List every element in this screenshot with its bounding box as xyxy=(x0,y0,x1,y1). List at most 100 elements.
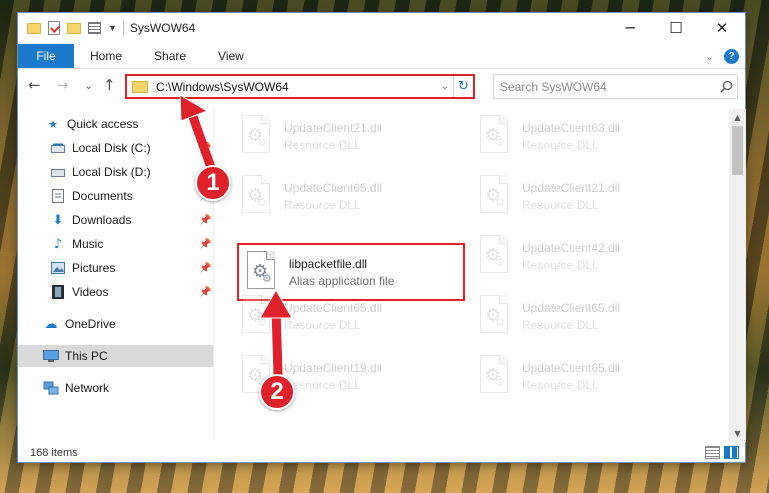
file-name: UpdateClient21.dll xyxy=(522,180,621,195)
file-type: Resource DLL xyxy=(284,317,361,332)
sidebar-item-documents[interactable]: Documents 📌 xyxy=(18,185,213,207)
pin-icon[interactable]: 📌 xyxy=(199,239,211,250)
vertical-scrollbar[interactable]: ▲ ▼ xyxy=(729,109,746,442)
star-icon: ★ xyxy=(48,117,58,131)
list-item[interactable]: ⚙ ⚙ UpdateClient21.dll Resource DLL xyxy=(234,107,460,165)
title-bar: ▼ SysWOW64 ─ ☐ ✕ xyxy=(18,13,745,43)
list-item[interactable]: ⚙ ⚙ UpdateClient65.dll Resource DLL xyxy=(472,347,698,405)
file-name: UpdateClient65.dll xyxy=(284,180,383,195)
download-icon: ⬇ xyxy=(52,212,64,228)
dll-file-icon: ⚙⚙ xyxy=(240,115,274,157)
file-type: Alias application file xyxy=(289,273,395,288)
dll-file-icon: ⚙⚙ xyxy=(478,175,512,217)
scroll-up-icon[interactable]: ▲ xyxy=(729,109,746,126)
tab-view[interactable]: View xyxy=(202,44,260,68)
sidebar-item-music[interactable]: ♪ Music 📌 xyxy=(18,233,213,255)
close-button[interactable]: ✕ xyxy=(699,13,745,43)
file-name: UpdateClient19.dll xyxy=(284,360,383,375)
forward-button[interactable]: → xyxy=(56,76,69,94)
scrollbar-thumb[interactable] xyxy=(732,126,743,175)
up-button[interactable]: ↑ xyxy=(103,76,116,94)
list-item[interactable]: ⚙ ⚙ UpdateClient65.dll Resource DLL xyxy=(234,167,460,225)
file-type: Resource DLL xyxy=(522,197,599,212)
search-input[interactable]: Search SysWOW64 xyxy=(500,80,715,94)
address-path[interactable]: C:\Windows\SysWOW64 xyxy=(156,80,437,94)
list-item[interactable]: ⚙ ⚙ UpdateClient63.dll Resource DLL xyxy=(472,107,698,165)
pin-icon[interactable]: 📌 xyxy=(199,287,211,298)
large-icons-view-icon[interactable] xyxy=(724,446,739,459)
scroll-down-icon[interactable]: ▼ xyxy=(729,425,746,442)
documents-icon xyxy=(50,189,66,203)
sidebar-item-quick-access[interactable]: ★ Quick access xyxy=(18,113,213,135)
view-icon[interactable] xyxy=(88,22,101,34)
refresh-button[interactable]: ↻ xyxy=(453,76,473,97)
sidebar-item-label: Videos xyxy=(72,285,109,299)
cloud-icon: ☁ xyxy=(44,316,58,332)
minimize-button[interactable]: ─ xyxy=(607,13,653,43)
sidebar-item-downloads[interactable]: ⬇ Downloads 📌 xyxy=(18,209,213,231)
item-count: 168 items xyxy=(30,447,78,459)
file-name: UpdateClient42.dll xyxy=(522,240,621,255)
tab-share[interactable]: Share xyxy=(138,44,202,68)
folder-icon xyxy=(27,22,41,34)
list-item[interactable]: ⚙ ⚙ UpdateClient65.dll Resource DLL xyxy=(472,287,698,345)
tab-home[interactable]: Home xyxy=(74,44,138,68)
pin-icon[interactable]: 📌 xyxy=(199,215,211,226)
maximize-button[interactable]: ☐ xyxy=(653,13,699,43)
properties-icon[interactable] xyxy=(48,21,60,35)
file-name: UpdateClient65.dll xyxy=(284,300,383,315)
address-dropdown-icon[interactable]: ⌄ xyxy=(437,82,453,92)
dll-file-icon: ⚙⚙ xyxy=(240,295,274,337)
details-view-icon[interactable] xyxy=(705,446,720,459)
dll-file-icon: ⚙⚙ xyxy=(240,175,274,217)
file-type: Resource DLL xyxy=(284,377,361,392)
title-separator xyxy=(122,20,124,36)
file-name: UpdateClient63.dll xyxy=(522,120,621,135)
navigation-pane: ★ Quick access Local Disk (C:) 📌 Local D… xyxy=(18,109,213,439)
search-box[interactable]: Search SysWOW64 xyxy=(493,74,738,99)
ribbon-tabs: File Home Share View ⌄ ? xyxy=(18,44,745,69)
ribbon-right: ⌄ ? xyxy=(705,49,739,64)
network-icon xyxy=(43,381,59,395)
sidebar-item-label: Pictures xyxy=(72,261,116,275)
status-bar: 168 items xyxy=(18,443,745,463)
list-item[interactable]: ⚙ ⚙ UpdateClient42.dll Resource DLL xyxy=(472,227,698,285)
file-type: Resource DLL xyxy=(522,377,599,392)
step-2-badge: 2 xyxy=(259,374,295,410)
sidebar-item-pictures[interactable]: Pictures 📌 xyxy=(18,257,213,279)
quick-access-toolbar: ▼ xyxy=(18,21,117,35)
pin-icon[interactable]: 📌 xyxy=(199,143,211,154)
music-icon: ♪ xyxy=(53,236,63,252)
window-controls: ─ ☐ ✕ xyxy=(607,13,745,43)
sidebar-item-videos[interactable]: Videos 📌 xyxy=(18,281,213,303)
drive-icon xyxy=(50,141,66,155)
list-item[interactable]: ⚙ ⚙ UpdateClient65.dll Resource DLL xyxy=(234,287,460,345)
address-bar[interactable]: C:\Windows\SysWOW64 ⌄ ↻ xyxy=(125,74,475,99)
tab-file[interactable]: File xyxy=(18,44,74,68)
drive-icon xyxy=(50,165,66,179)
file-type: Resource DLL xyxy=(522,317,599,332)
file-type: Resource DLL xyxy=(284,197,361,212)
sidebar-item-label: OneDrive xyxy=(65,317,116,331)
help-icon[interactable]: ? xyxy=(724,49,739,64)
file-list: ⚙ ⚙ UpdateClient21.dll Resource DLL ⚙ ⚙ Upd… xyxy=(224,107,729,442)
list-item[interactable]: ⚙ ⚙ UpdateClient21.dll Resource DLL xyxy=(472,167,698,225)
sidebar-item-network[interactable]: Network xyxy=(18,377,213,399)
pin-icon[interactable]: 📌 xyxy=(199,263,211,274)
file-name: UpdateClient65.dll xyxy=(522,300,621,315)
dll-file-icon: ⚙⚙ xyxy=(478,295,512,337)
expand-ribbon-chevron-icon[interactable]: ⌄ xyxy=(705,50,714,63)
sidebar-item-onedrive[interactable]: ☁ OneDrive xyxy=(18,313,213,335)
sidebar-item-this-pc[interactable]: This PC xyxy=(18,345,213,367)
new-folder-icon[interactable] xyxy=(67,22,81,34)
sidebar-item-local-disk-c[interactable]: Local Disk (C:) 📌 xyxy=(18,137,213,159)
customize-toolbar-chevron-icon[interactable]: ▼ xyxy=(108,23,117,33)
sidebar-item-local-disk-d[interactable]: Local Disk (D:) 📌 xyxy=(18,161,213,183)
window-title: SysWOW64 xyxy=(129,21,196,35)
back-button[interactable]: ← xyxy=(28,76,41,94)
recent-locations-button[interactable]: ⌄ xyxy=(84,79,93,92)
file-name: UpdateClient65.dll xyxy=(522,360,621,375)
file-type: Resource DLL xyxy=(284,137,361,152)
search-icon[interactable] xyxy=(715,80,737,93)
view-switcher xyxy=(705,446,739,459)
